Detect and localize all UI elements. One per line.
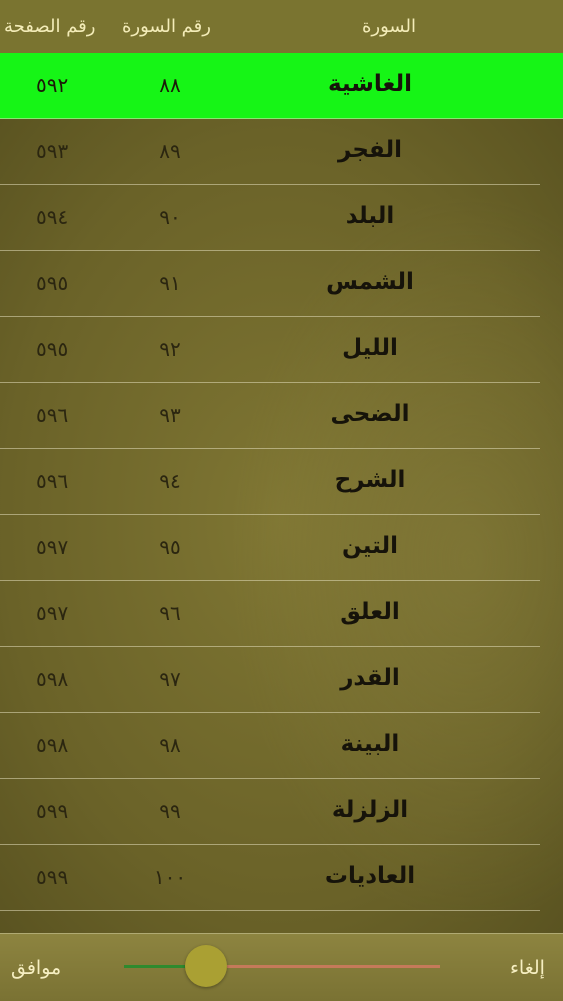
header-page-number: رقم الصفحة xyxy=(4,16,96,37)
surah-name: القدر xyxy=(340,665,400,691)
surah-name: البينة xyxy=(340,731,400,757)
picker-toolbar: موافق إلغاء xyxy=(0,933,563,1001)
table-row[interactable]: ٥٩٨ ٩٧ القدر xyxy=(0,647,540,713)
table-row[interactable]: ٥٩٩ ٩٩ الزلزلة xyxy=(0,779,540,845)
surah-name: الفجر xyxy=(338,137,402,163)
surah-name: العاديات xyxy=(324,863,416,889)
surah-name: الليل xyxy=(342,335,398,361)
page-number: ٥٩٨ xyxy=(36,733,69,757)
table-row[interactable]: ٥٩٥ ٩٢ الليل xyxy=(0,317,540,383)
page-number: ٥٩٥ xyxy=(36,337,69,361)
table-row[interactable]: ٥٩٣ ٨٩ الفجر xyxy=(0,119,540,185)
surah-list[interactable]: ٥٩٢ ٨٨ الغاشية ٥٩٣ ٨٩ الفجر ٥٩٤ ٩٠ البلد… xyxy=(0,53,563,933)
page-number: ٥٩٤ xyxy=(36,205,69,229)
surah-number: ٩٢ xyxy=(159,337,181,361)
surah-number: ٨٨ xyxy=(159,73,181,97)
table-row[interactable]: ٥٩٨ ٩٨ البينة xyxy=(0,713,540,779)
page-number: ٥٩٦ xyxy=(36,403,69,427)
surah-number: ١٠٠ xyxy=(153,865,187,889)
surah-name: البلد xyxy=(345,203,395,229)
header-surah-name: السورة xyxy=(362,16,416,37)
list-slider[interactable] xyxy=(124,944,440,988)
surah-number: ٩٩ xyxy=(159,799,181,823)
table-row[interactable]: ٥٩٧ ٩٦ العلق xyxy=(0,581,540,647)
slider-thumb[interactable] xyxy=(185,945,228,987)
cancel-button[interactable]: إلغاء xyxy=(510,957,545,979)
table-row[interactable]: ٥٩٤ ٩٠ البلد xyxy=(0,185,540,251)
ok-button[interactable]: موافق xyxy=(11,957,61,979)
table-row[interactable]: ٥٩٦ ٩٤ الشرح xyxy=(0,449,540,515)
surah-number: ٩١ xyxy=(159,271,181,295)
surah-number: ٩٠ xyxy=(159,205,181,229)
surah-number: ٩٦ xyxy=(159,601,181,625)
page-number: ٥٩٨ xyxy=(36,667,69,691)
surah-number: ٩٨ xyxy=(159,733,181,757)
table-row[interactable]: ٥٩٦ ٩٣ الضحى xyxy=(0,383,540,449)
page-number: ٥٩٣ xyxy=(36,139,69,163)
page-number: ٥٩٥ xyxy=(36,271,69,295)
surah-number: ٨٩ xyxy=(159,139,181,163)
page-number: ٥٩٦ xyxy=(36,469,69,493)
surah-name: الشمس xyxy=(326,269,414,295)
surah-name: الزلزلة xyxy=(331,797,409,823)
surah-number: ٩٧ xyxy=(159,667,181,691)
surah-number: ٩٣ xyxy=(159,403,181,427)
page-number: ٥٩٩ xyxy=(36,865,69,889)
surah-name: الضحى xyxy=(330,401,410,427)
surah-name: التين xyxy=(342,533,398,559)
page-number: ٥٩٧ xyxy=(36,601,69,625)
slider-min-track xyxy=(124,965,186,968)
surah-name: الشرح xyxy=(334,467,406,493)
page-number: ٥٩٢ xyxy=(36,73,69,97)
surah-name: العلق xyxy=(340,599,400,625)
page-number: ٥٩٧ xyxy=(36,535,69,559)
surah-number: ٩٤ xyxy=(159,469,181,493)
table-row[interactable]: ٥٩٢ ٨٨ الغاشية xyxy=(0,53,563,119)
surah-number: ٩٥ xyxy=(159,535,181,559)
table-row[interactable]: ٥٩٩ ١٠٠ العاديات xyxy=(0,845,540,911)
slider-max-track xyxy=(227,965,440,968)
header-surah-number: رقم السورة xyxy=(122,16,211,37)
surah-name: الغاشية xyxy=(327,71,413,97)
table-row[interactable]: ٥٩٧ ٩٥ التين xyxy=(0,515,540,581)
page-number: ٥٩٩ xyxy=(36,799,69,823)
table-row[interactable]: ٥٩٥ ٩١ الشمس xyxy=(0,251,540,317)
column-header: رقم الصفحة رقم السورة السورة xyxy=(0,0,563,53)
